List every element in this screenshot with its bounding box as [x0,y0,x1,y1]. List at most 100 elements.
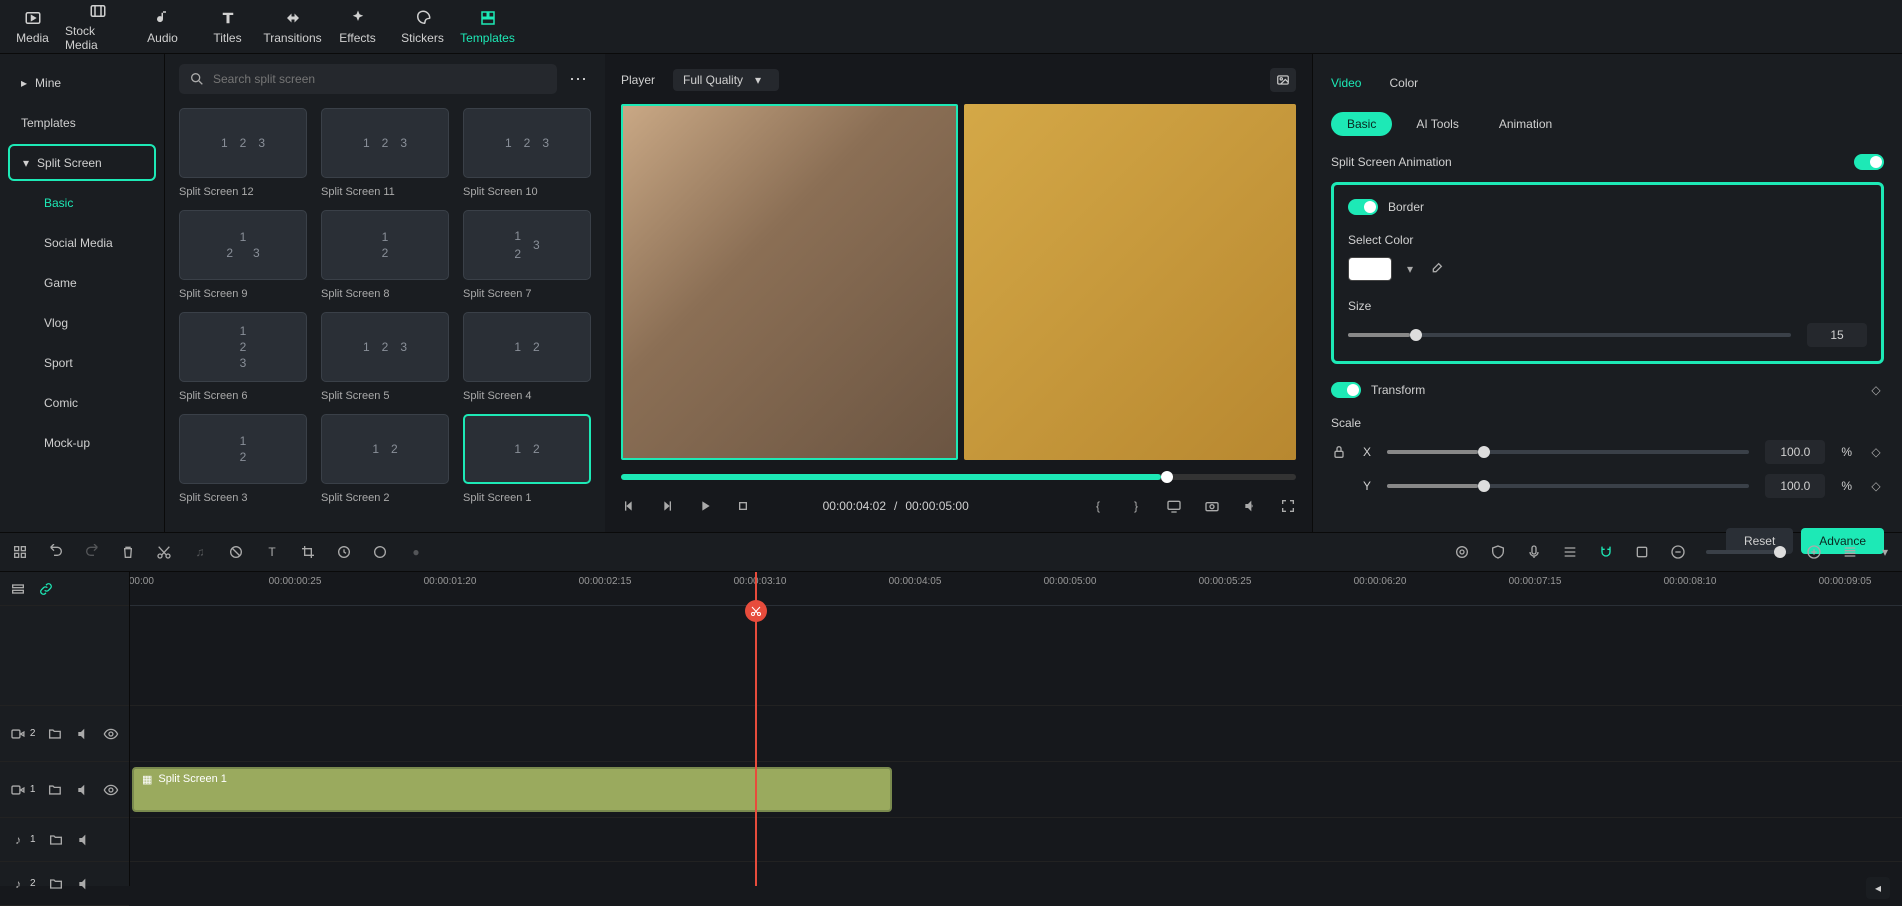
tool-audio[interactable]: Audio [130,0,195,53]
playhead-marker[interactable] [745,600,767,622]
keyframe-icon[interactable]: ◇ [1868,444,1884,460]
grid-item[interactable]: 12Split Screen 2 [321,414,449,504]
slider-thumb[interactable] [1410,329,1422,341]
progress-handle[interactable] [1161,471,1173,483]
timeline-tracks-area[interactable]: :00:00 00:00:00:25 00:00:01:20 00:00:02:… [130,572,1902,886]
dropdown-icon[interactable]: ▾ [1880,544,1890,560]
scale-y-slider[interactable] [1387,484,1749,488]
grid-item[interactable]: 123Split Screen 9 [179,210,307,300]
zoom-out-button[interactable] [1670,544,1686,560]
grid-icon[interactable] [12,544,28,560]
animation-toggle[interactable] [1854,154,1884,170]
folder-icon[interactable] [47,726,63,742]
timeline-track[interactable]: ▦ Split Screen 1 [130,762,1902,818]
eye-icon[interactable] [103,782,119,798]
grid-item[interactable]: 123Split Screen 7 [463,210,591,300]
quality-select[interactable]: Full Quality ▾ [673,69,779,91]
grid-item[interactable]: 12Split Screen 3 [179,414,307,504]
sidebar-sub-game[interactable]: Game [8,264,156,301]
fullscreen-button[interactable] [1280,498,1296,514]
marker-icon[interactable] [1634,544,1650,560]
speed-icon[interactable] [336,544,352,560]
mark-in-button[interactable]: { [1090,498,1106,514]
mute-icon[interactable] [76,832,92,848]
tool-effects[interactable]: Effects [325,0,390,53]
tool-transitions[interactable]: Transitions [260,0,325,53]
search-box[interactable] [179,64,557,94]
subtab-basic[interactable]: Basic [1331,112,1392,136]
color-swatch[interactable] [1348,257,1392,281]
tool-titles[interactable]: Titles [195,0,260,53]
zoom-slider[interactable] [1706,550,1786,554]
sidebar-split-screen[interactable]: ▾ Split Screen [8,144,156,181]
chevron-down-icon[interactable]: ▾ [1402,261,1418,277]
subtab-aitools[interactable]: AI Tools [1400,112,1474,136]
sidebar-sub-sport[interactable]: Sport [8,344,156,381]
music-icon[interactable]: ♫ [192,544,208,560]
border-toggle[interactable] [1348,199,1378,215]
eyedropper-icon[interactable] [1428,261,1444,277]
track-view-icon[interactable] [1842,544,1858,560]
lock-icon[interactable] [1331,444,1347,460]
scale-x-value[interactable]: 100.0 [1765,440,1825,464]
timeline-track[interactable] [130,818,1902,862]
sidebar-templates[interactable]: Templates [8,104,156,141]
list-icon[interactable] [1562,544,1578,560]
camera-button[interactable] [1204,498,1220,514]
snapshot-button[interactable] [1270,68,1296,92]
player-frame-1[interactable] [621,104,958,460]
prev-frame-button[interactable] [621,498,637,514]
tool-stock-media[interactable]: Stock Media [65,0,130,53]
timeline-clip[interactable]: ▦ Split Screen 1 [132,767,892,812]
tool-templates[interactable]: Templates [455,0,520,53]
redo-button[interactable] [84,544,100,560]
player-progress[interactable] [621,474,1296,480]
zoom-in-button[interactable] [1806,544,1822,560]
grid-item[interactable]: 123Split Screen 6 [179,312,307,402]
size-value[interactable]: 15 [1807,323,1867,347]
subtab-animation[interactable]: Animation [1483,112,1568,136]
grid-item[interactable]: 123Split Screen 11 [321,108,449,198]
transform-toggle[interactable] [1331,382,1361,398]
folder-icon[interactable] [48,876,64,892]
scale-y-value[interactable]: 100.0 [1765,474,1825,498]
cut-button[interactable] [156,544,172,560]
slider-thumb[interactable] [1774,546,1786,558]
delete-button[interactable] [120,544,136,560]
slider-thumb[interactable] [1478,480,1490,492]
sidebar-sub-social[interactable]: Social Media [8,224,156,261]
grid-item[interactable]: 12Split Screen 1 [463,414,591,504]
search-input[interactable] [213,72,547,86]
keyframe-icon[interactable]: ◇ [1868,382,1884,398]
sidebar-sub-comic[interactable]: Comic [8,384,156,421]
sidebar-mine[interactable]: ▸ Mine [8,64,156,101]
adjust-icon[interactable] [1454,544,1470,560]
volume-button[interactable] [1242,498,1258,514]
sidebar-sub-vlog[interactable]: Vlog [8,304,156,341]
stop-button[interactable] [735,498,751,514]
text-icon[interactable]: T [264,544,280,560]
disable-icon[interactable] [228,544,244,560]
grid-item[interactable]: 123Split Screen 12 [179,108,307,198]
grid-item[interactable]: 12Split Screen 4 [463,312,591,402]
playhead[interactable] [755,572,757,886]
next-frame-button[interactable] [659,498,675,514]
scale-x-slider[interactable] [1387,450,1749,454]
magnet-icon[interactable] [1598,544,1614,560]
tool-media[interactable]: Media [0,0,65,53]
tool-stickers[interactable]: Stickers [390,0,455,53]
timeline-track[interactable] [130,606,1902,706]
grid-item[interactable]: 123Split Screen 10 [463,108,591,198]
grid-item[interactable]: 12Split Screen 8 [321,210,449,300]
timeline-track[interactable] [130,862,1902,886]
track-collapse-icon[interactable] [10,581,26,597]
mute-icon[interactable] [75,726,91,742]
link-icon[interactable] [38,581,54,597]
slider-thumb[interactable] [1478,446,1490,458]
mute-icon[interactable] [75,782,91,798]
eye-icon[interactable] [103,726,119,742]
display-button[interactable] [1166,498,1182,514]
sidebar-sub-mockup[interactable]: Mock-up [8,424,156,461]
sidebar-sub-basic[interactable]: Basic [8,184,156,221]
tab-video[interactable]: Video [1331,76,1361,90]
